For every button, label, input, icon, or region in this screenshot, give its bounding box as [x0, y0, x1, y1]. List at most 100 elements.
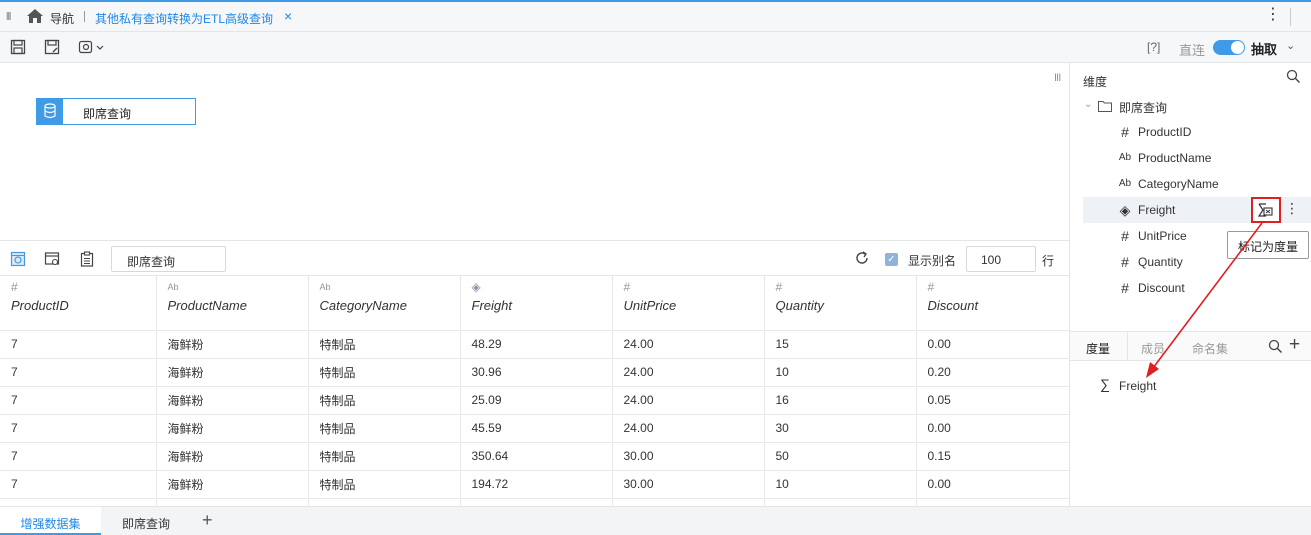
etl-canvas[interactable]: lll 即席查询	[0, 63, 1069, 241]
close-tab-icon[interactable]: ×	[284, 8, 292, 24]
table-cell[interactable]: 特制品	[308, 386, 461, 415]
table-cell[interactable]: 15	[764, 330, 917, 359]
column-header[interactable]: Ab ProductName	[156, 276, 309, 331]
table-cell[interactable]: 海鲜粉	[156, 386, 309, 415]
table-cell[interactable]: 7	[0, 358, 157, 387]
table-cell[interactable]: 海鲜粉	[156, 330, 309, 359]
tab-named-sets[interactable]: 命名集	[1192, 340, 1228, 357]
field-item[interactable]: Ab CategoryName	[1083, 171, 1311, 197]
table-cell[interactable]: 30.00	[612, 470, 765, 499]
table-cell[interactable]: 7	[0, 414, 157, 443]
canvas-collapse-icon[interactable]: lll	[1054, 73, 1061, 84]
table-cell[interactable]: 45.59	[460, 414, 613, 443]
tab-measures[interactable]: 度量	[1086, 340, 1110, 357]
table-cell[interactable]: 海鲜粉	[156, 442, 309, 471]
table-cell[interactable]	[764, 498, 917, 506]
data-preview-icon[interactable]	[10, 251, 26, 267]
add-tab-button[interactable]: +	[202, 510, 213, 531]
tab-ad-hoc-query[interactable]: 即席查询	[101, 507, 191, 535]
table-cell[interactable]: 24.00	[612, 414, 765, 443]
active-document-tab[interactable]: 其他私有查询转换为ETL高级查询	[95, 10, 273, 27]
table-row[interactable]: 7 海鲜粉 特制品 48.29 24.00 15 0.00	[0, 330, 1069, 359]
table-cell[interactable]: 0.05	[916, 386, 1069, 415]
table-cell[interactable]: 24.00	[612, 386, 765, 415]
column-header[interactable]: ◈ Freight	[460, 276, 613, 331]
extract-label[interactable]: 抽取	[1251, 39, 1277, 58]
save-icon[interactable]	[10, 39, 26, 55]
table-cell[interactable]	[460, 498, 613, 506]
table-row[interactable]: 7 海鲜粉 特制品 194.72 30.00 10 0.00	[0, 470, 1069, 499]
table-cell[interactable]: 350.64	[460, 442, 613, 471]
table-cell[interactable]: 25.09	[460, 386, 613, 415]
table-cell[interactable]: 7	[0, 442, 157, 471]
table-cell[interactable]: 24.00	[612, 330, 765, 359]
field-item-selected[interactable]: ◈ Freight ⋮	[1083, 197, 1311, 223]
row-count-input[interactable]: 100	[966, 246, 1036, 272]
column-header[interactable]: # Discount	[916, 276, 1069, 331]
table-cell[interactable]: 海鲜粉	[156, 470, 309, 499]
table-cell[interactable]: 194.72	[460, 470, 613, 499]
column-header[interactable]: Ab CategoryName	[308, 276, 461, 331]
settings-dropdown-icon[interactable]	[78, 39, 106, 55]
home-icon[interactable]	[26, 8, 44, 24]
table-cell[interactable]: 50	[764, 442, 917, 471]
table-cell[interactable]: 特制品	[308, 442, 461, 471]
table-cell[interactable]	[0, 498, 157, 506]
column-header[interactable]: # UnitPrice	[612, 276, 765, 331]
table-cell[interactable]: 10	[764, 358, 917, 387]
field-item[interactable]: # Discount	[1083, 275, 1311, 301]
table-cell[interactable]: 海鲜粉	[156, 358, 309, 387]
table-cell[interactable]: 30	[764, 414, 917, 443]
column-header[interactable]: # Quantity	[764, 276, 917, 331]
table-cell[interactable]: 0.00	[916, 470, 1069, 499]
table-row[interactable]	[0, 498, 1069, 506]
show-alias-checkbox[interactable]: ✓	[885, 253, 898, 266]
table-cell[interactable]: 24.00	[612, 358, 765, 387]
refresh-icon[interactable]	[854, 250, 870, 266]
table-cell[interactable]: 0.00	[916, 330, 1069, 359]
field-item[interactable]: Ab ProductName	[1083, 145, 1311, 171]
table-row[interactable]: 7 海鲜粉 特制品 350.64 30.00 50 0.15	[0, 442, 1069, 471]
table-cell[interactable]	[916, 498, 1069, 506]
table-row[interactable]: 7 海鲜粉 特制品 30.96 24.00 10 0.20	[0, 358, 1069, 387]
collapse-grip-icon[interactable]: lll	[6, 11, 11, 23]
table-cell[interactable]: 0.20	[916, 358, 1069, 387]
mark-as-measure-button[interactable]	[1251, 197, 1281, 223]
table-cell[interactable]: 7	[0, 386, 157, 415]
table-cell[interactable]: 特制品	[308, 470, 461, 499]
clipboard-icon[interactable]	[79, 251, 95, 267]
table-cell[interactable]: 10	[764, 470, 917, 499]
help-button[interactable]: [?]	[1147, 40, 1160, 54]
save-as-icon[interactable]	[44, 39, 60, 55]
tab-members[interactable]: 成员	[1141, 340, 1165, 357]
table-cell[interactable]: 特制品	[308, 358, 461, 387]
add-icon[interactable]: +	[1289, 334, 1300, 356]
field-more-icon[interactable]: ⋮	[1285, 200, 1299, 217]
extract-dropdown-icon[interactable]: ⌄	[1286, 39, 1295, 52]
column-header[interactable]: # ProductID	[0, 276, 157, 331]
window-settings-icon[interactable]	[44, 251, 60, 267]
search-icon[interactable]	[1268, 339, 1283, 354]
table-cell[interactable]: 30.96	[460, 358, 613, 387]
table-cell[interactable]: 海鲜粉	[156, 414, 309, 443]
table-cell[interactable]: 30.00	[612, 442, 765, 471]
dataset-name-field[interactable]: 即席查询	[111, 246, 226, 272]
direct-extract-toggle[interactable]	[1213, 40, 1245, 55]
table-cell[interactable]: 16	[764, 386, 917, 415]
table-cell[interactable]: 7	[0, 470, 157, 499]
search-icon[interactable]	[1286, 69, 1301, 84]
table-cell[interactable]: 0.15	[916, 442, 1069, 471]
field-item[interactable]: # ProductID	[1083, 119, 1311, 145]
table-cell[interactable]: 7	[0, 330, 157, 359]
table-cell[interactable]	[612, 498, 765, 506]
nav-label[interactable]: 导航	[50, 10, 74, 27]
table-cell[interactable]: 0.00	[916, 414, 1069, 443]
table-row[interactable]: 7 海鲜粉 特制品 25.09 24.00 16 0.05	[0, 386, 1069, 415]
table-cell[interactable]: 特制品	[308, 414, 461, 443]
table-row[interactable]: 7 海鲜粉 特制品 45.59 24.00 30 0.00	[0, 414, 1069, 443]
table-cell[interactable]: 特制品	[308, 330, 461, 359]
query-node[interactable]: 即席查询	[36, 98, 196, 125]
table-cell[interactable]	[308, 498, 461, 506]
more-menu-icon[interactable]: ⋮	[1265, 7, 1281, 23]
table-cell[interactable]	[156, 498, 309, 506]
